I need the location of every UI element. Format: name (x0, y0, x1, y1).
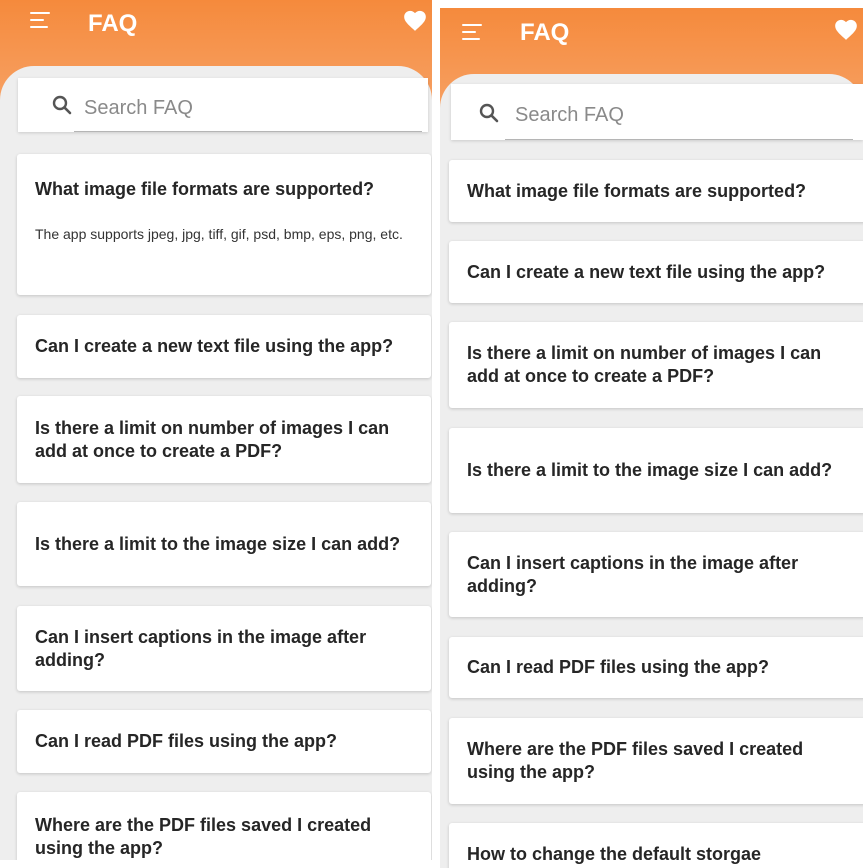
faq-item-text-file[interactable]: Can I create a new text file using the a… (17, 315, 431, 378)
left-screen: FAQ What image file formats are supporte… (0, 0, 432, 860)
menu-icon[interactable] (462, 24, 484, 42)
faq-question: How to change the default storgae (467, 844, 762, 864)
faq-question: Can I create a new text file using the a… (35, 336, 394, 356)
faq-question: Is there a limit to the image size I can… (35, 533, 401, 554)
faq-item-captions[interactable]: Can I insert captions in the image after… (449, 532, 863, 617)
faq-item-text-file[interactable]: Can I create a new text file using the a… (449, 241, 863, 303)
faq-item-image-limit[interactable]: Is there a limit on number of images I c… (449, 322, 863, 408)
page-title: FAQ (520, 19, 570, 46)
faq-item-read-pdf[interactable]: Can I read PDF files using the app? (449, 637, 863, 698)
faq-question: Is there a limit on number of images I c… (35, 417, 390, 461)
search-bar (18, 78, 428, 132)
faq-question: Can I insert captions in the image after… (35, 626, 367, 670)
right-screen: FAQ What image file formats are supporte… (440, 8, 863, 868)
faq-item-captions[interactable]: Can I insert captions in the image after… (17, 606, 431, 691)
faq-item-formats[interactable]: What image file formats are supported? (449, 160, 863, 222)
heart-icon[interactable] (402, 8, 428, 32)
faq-question: Where are the PDF files saved I created … (467, 739, 804, 782)
faq-item-image-size[interactable]: Is there a limit to the image size I can… (17, 502, 431, 586)
page-title: FAQ (88, 10, 138, 37)
faq-item-image-limit[interactable]: Is there a limit on number of images I c… (17, 396, 431, 483)
faq-question: What image file formats are supported? (35, 179, 375, 199)
search-icon (52, 95, 72, 115)
heart-icon[interactable] (833, 17, 859, 41)
faq-question: Can I read PDF files using the app? (467, 657, 770, 677)
screen-divider (432, 0, 440, 860)
faq-item-formats[interactable]: What image file formats are supported? T… (17, 154, 431, 295)
faq-item-pdf-location[interactable]: Where are the PDF files saved I created … (449, 718, 863, 804)
faq-question: Can I insert captions in the image after… (467, 552, 799, 596)
faq-question: What image file formats are supported? (467, 180, 807, 201)
faq-question: Is there a limit to the image size I can… (467, 460, 833, 480)
faq-item-default-storage[interactable]: How to change the default storgae (449, 823, 863, 868)
faq-question: Is there a limit on number of images I c… (467, 343, 822, 386)
search-input[interactable] (505, 92, 853, 140)
faq-question: Can I create a new text file using the a… (467, 261, 826, 282)
search-bar (451, 84, 863, 140)
faq-question: Can I read PDF files using the app? (35, 731, 338, 751)
faq-item-pdf-location[interactable]: Where are the PDF files saved I created … (17, 792, 431, 860)
faq-item-image-size[interactable]: Is there a limit to the image size I can… (449, 428, 863, 513)
faq-item-read-pdf[interactable]: Can I read PDF files using the app? (17, 710, 431, 773)
faq-answer: The app supports jpeg, jpg, tiff, gif, p… (35, 226, 403, 242)
search-input[interactable] (74, 86, 422, 132)
search-icon (479, 103, 499, 123)
faq-question: Where are the PDF files saved I created … (35, 815, 372, 858)
menu-icon[interactable] (30, 12, 52, 30)
